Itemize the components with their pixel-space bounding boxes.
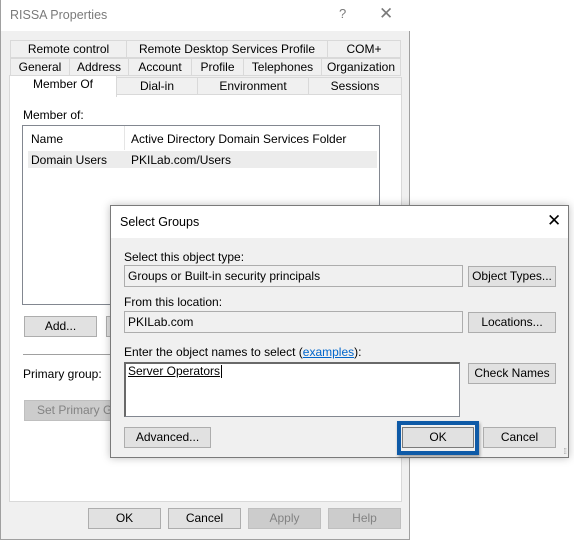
primary-group-label: Primary group: — [23, 367, 102, 381]
divider — [23, 354, 113, 355]
tab-organization[interactable]: Organization — [321, 58, 401, 76]
select-groups-titlebar: Select Groups ✕ — [111, 206, 568, 238]
column-separator[interactable] — [124, 126, 125, 150]
close-icon[interactable]: ✕ — [379, 4, 393, 24]
tab-com-plus[interactable]: COM+ — [327, 40, 401, 58]
advanced-button[interactable]: Advanced... — [124, 427, 211, 448]
apply-button[interactable]: Apply — [248, 508, 321, 529]
tab-account[interactable]: Account — [128, 58, 192, 76]
list-header: Name Active Directory Domain Services Fo… — [23, 126, 379, 150]
object-types-button[interactable]: Object Types... — [468, 266, 556, 287]
ok-button[interactable]: OK — [88, 508, 161, 529]
object-names-label: Enter the object names to select (exampl… — [124, 345, 361, 359]
select-groups-dialog: Select Groups ✕ Select this object type:… — [110, 205, 569, 458]
resize-grip-icon[interactable]: ⁞⁞ — [564, 447, 568, 456]
object-names-label-suffix: ): — [354, 345, 362, 359]
cancel-button[interactable]: Cancel — [483, 427, 556, 448]
location-field: PKILab.com — [124, 311, 463, 333]
tab-general[interactable]: General — [10, 58, 70, 76]
location-label: From this location: — [124, 295, 223, 309]
tab-profile[interactable]: Profile — [191, 58, 244, 76]
list-item[interactable]: Domain Users PKILab.com/Users — [28, 151, 377, 168]
object-names-input[interactable]: Server Operators — [124, 362, 460, 417]
object-type-label: Select this object type: — [124, 250, 245, 264]
tab-dial-in[interactable]: Dial-in — [116, 77, 198, 95]
tab-environment[interactable]: Environment — [197, 77, 309, 95]
column-header-folder[interactable]: Active Directory Domain Services Folder — [131, 132, 346, 146]
close-icon[interactable]: ✕ — [547, 211, 561, 231]
tab-sessions[interactable]: Sessions — [308, 77, 402, 95]
object-names-value: Server Operators — [128, 364, 223, 378]
cancel-button[interactable]: Cancel — [168, 508, 241, 529]
dialog-title: Select Groups — [120, 215, 200, 229]
list-item-name: Domain Users — [31, 153, 108, 167]
locations-button[interactable]: Locations... — [468, 312, 556, 333]
member-of-label: Member of: — [23, 108, 84, 122]
object-names-label-text: Enter the object names to select ( — [124, 345, 303, 359]
help-icon[interactable]: ? — [339, 6, 346, 21]
tab-member-of[interactable]: Member Of — [9, 75, 117, 97]
tab-remote-desktop-services-profile[interactable]: Remote Desktop Services Profile — [126, 40, 328, 58]
help-button[interactable]: Help — [328, 508, 401, 529]
window-title: RISSA Properties — [10, 8, 108, 22]
tab-remote-control[interactable]: Remote control — [10, 40, 127, 58]
examples-link[interactable]: examples — [303, 345, 354, 359]
list-item-folder: PKILab.com/Users — [131, 153, 232, 167]
add-button[interactable]: Add... — [24, 316, 97, 337]
properties-titlebar: RISSA Properties ? ✕ — [1, 0, 410, 31]
check-names-button[interactable]: Check Names — [468, 363, 556, 384]
object-type-field: Groups or Built-in security principals — [124, 265, 463, 287]
ok-button[interactable]: OK — [402, 427, 474, 448]
tab-address[interactable]: Address — [69, 58, 129, 76]
tab-telephones[interactable]: Telephones — [243, 58, 322, 76]
column-header-name[interactable]: Name — [31, 132, 63, 146]
